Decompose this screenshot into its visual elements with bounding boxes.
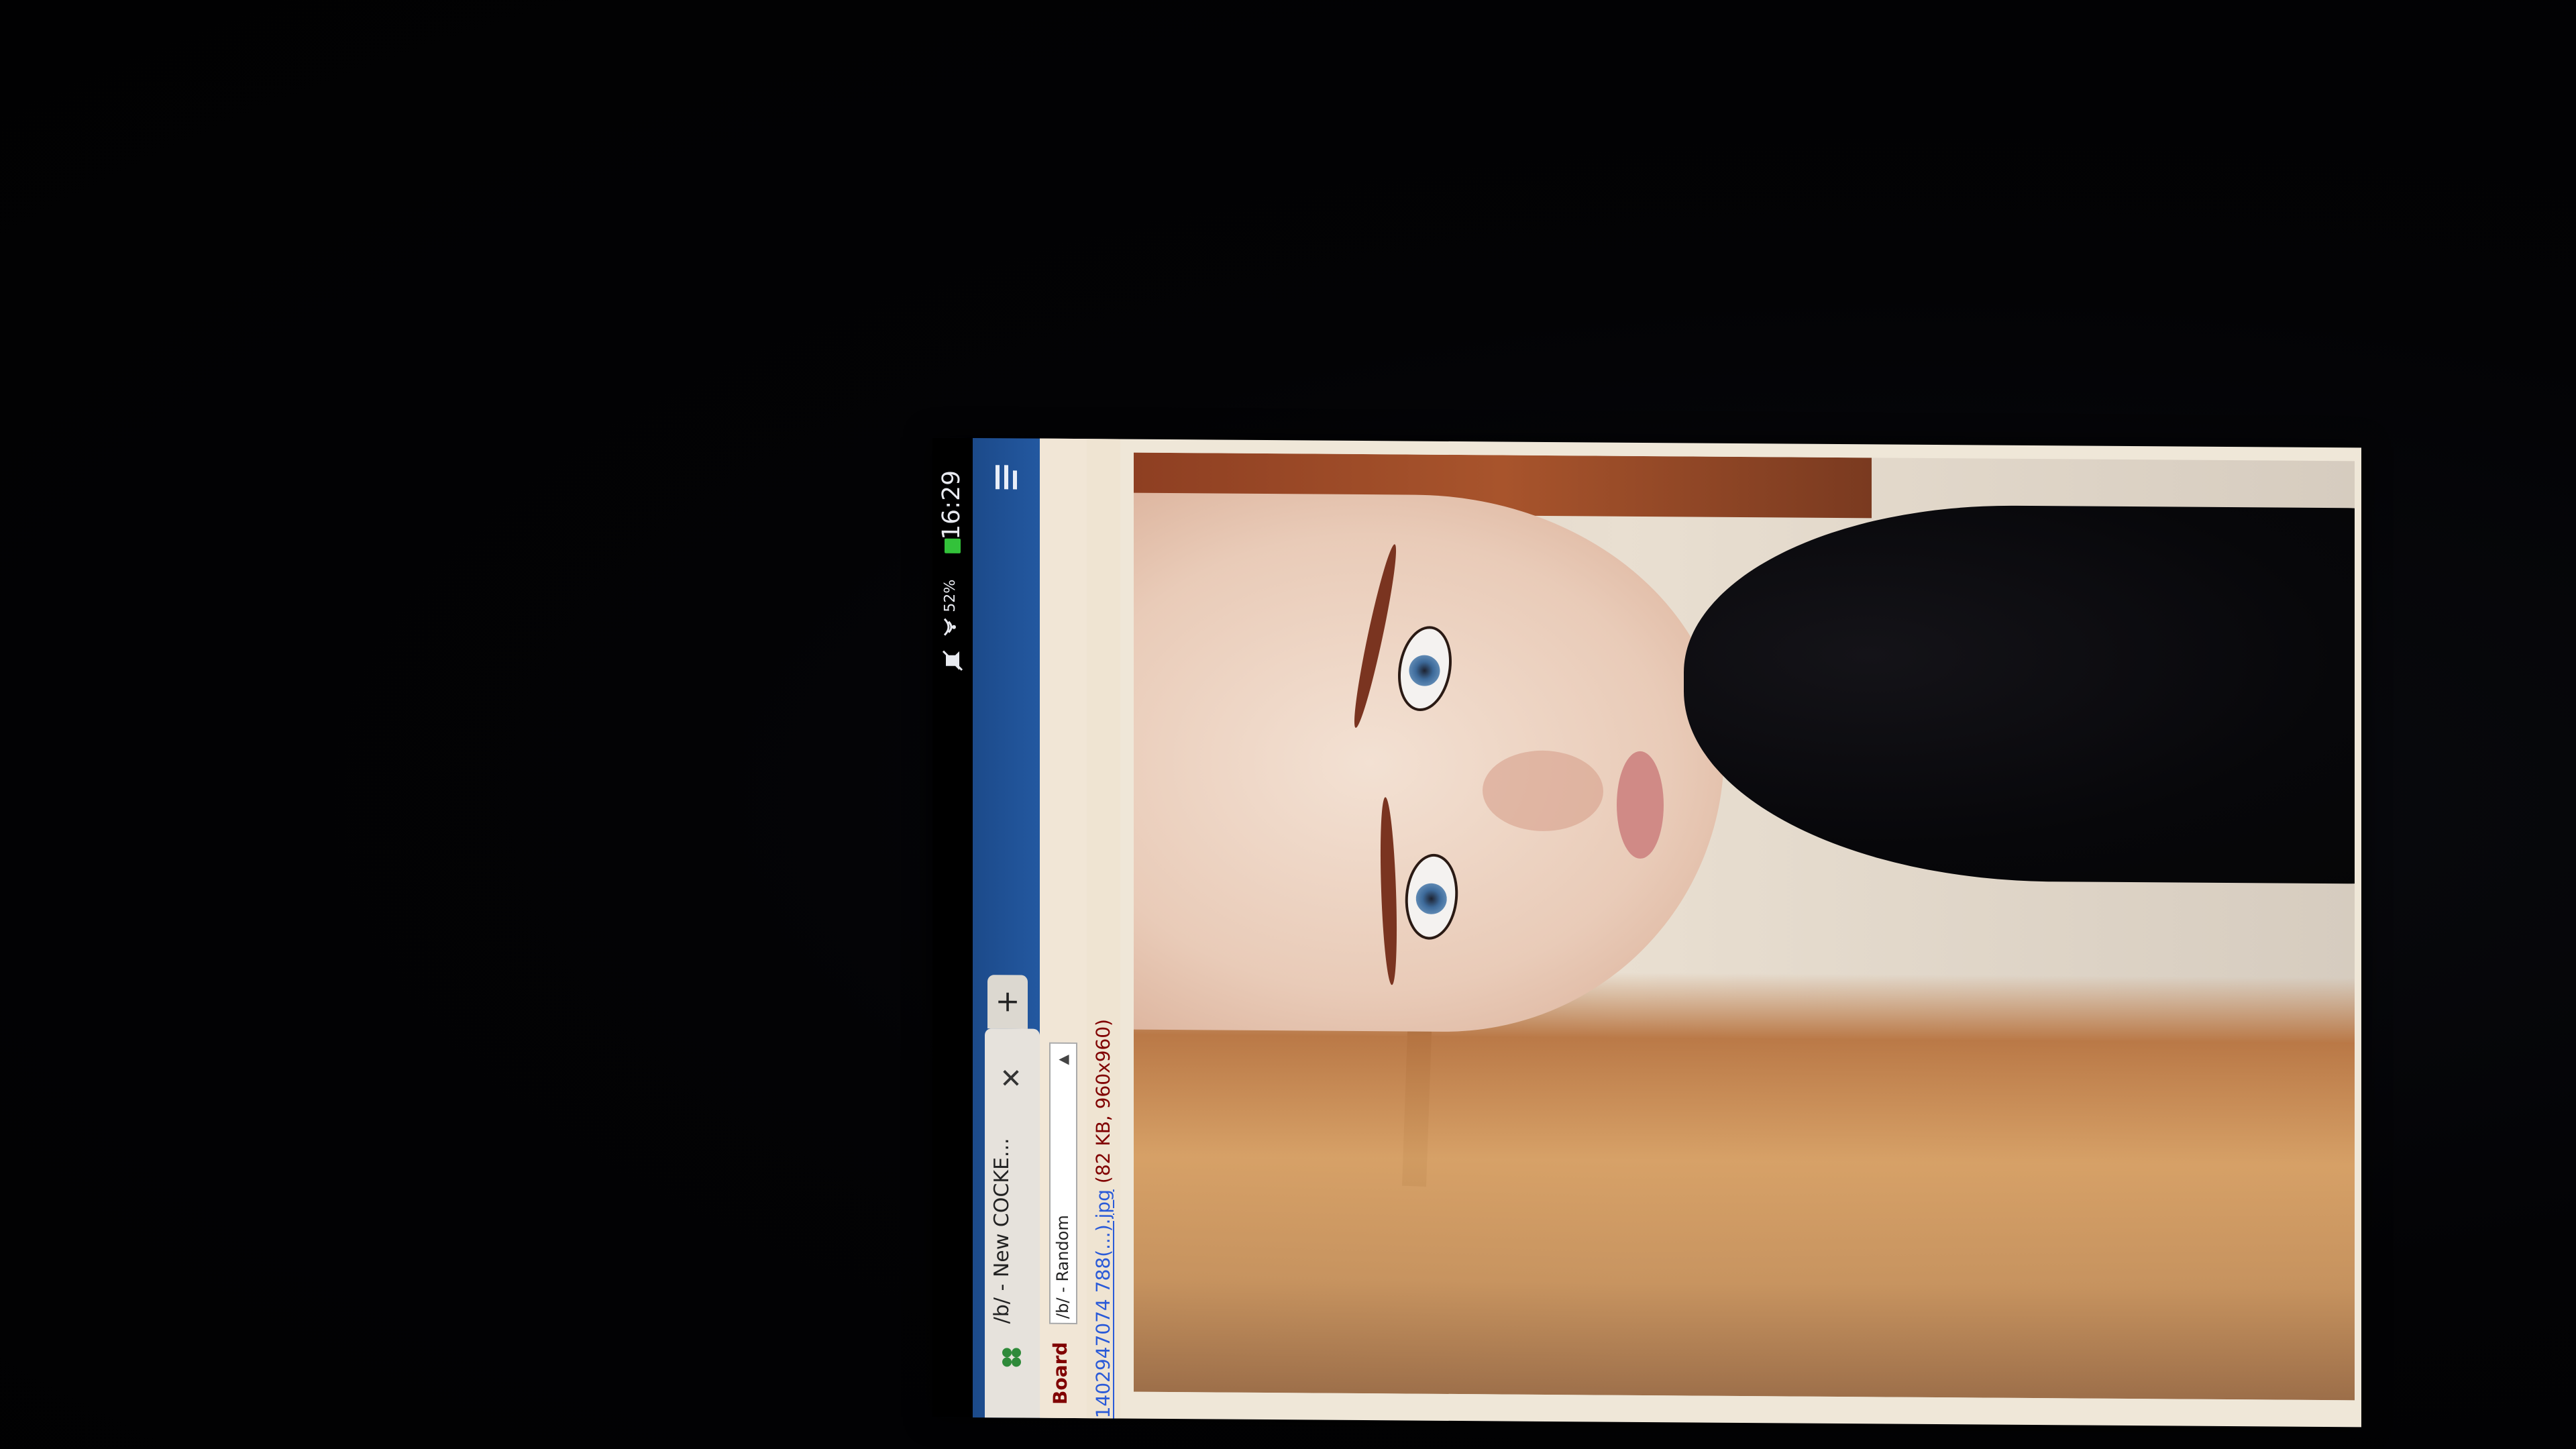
post-image[interactable] xyxy=(1134,452,2355,1401)
status-bar: 16:29 52% xyxy=(932,437,973,1417)
board-select[interactable]: /b/ - Random ◀ xyxy=(1049,1042,1077,1325)
board-navigation: Board /b/ - Random ◀ xyxy=(1040,438,1087,1419)
browser-tab[interactable]: ✕ /b/ - New COCKE... xyxy=(985,1028,1040,1418)
photo-scene: 16:29 52% + ✕ /b/ - New COCKE... Board /… xyxy=(0,0,2576,1449)
eye-left xyxy=(1391,621,1458,716)
eyebrow-right xyxy=(1378,797,1399,985)
iris xyxy=(1406,652,1443,689)
browser-tab-bar: + ✕ /b/ - New COCKE... xyxy=(973,437,1040,1418)
battery-icon xyxy=(945,538,961,553)
phone-screen: 16:29 52% + ✕ /b/ - New COCKE... Board /… xyxy=(932,437,2361,1428)
dropdown-arrow-icon: ◀ xyxy=(1059,1050,1069,1067)
clover-icon xyxy=(1002,1348,1021,1367)
tab-title: /b/ - New COCKE... xyxy=(990,1138,1014,1324)
nose-shape xyxy=(1483,750,1603,832)
face-shape xyxy=(1134,492,1724,1034)
menu-icon[interactable] xyxy=(987,458,1025,496)
close-tab-button[interactable]: ✕ xyxy=(994,1062,1028,1095)
file-info: 1402947074 788(...).jpg (82 KB, 960x960) xyxy=(1092,935,1116,1419)
eye-right xyxy=(1401,851,1462,943)
wifi-icon xyxy=(943,618,956,636)
new-tab-button[interactable]: + xyxy=(987,975,1028,1029)
eyebrow-left xyxy=(1348,543,1402,730)
mute-icon xyxy=(942,650,963,671)
battery-percent: 52% xyxy=(942,579,959,612)
file-info-bar: 1402947074 788(...).jpg (82 KB, 960x960) xyxy=(1087,439,1120,1419)
web-page: Board /b/ - Random ◀ 1402947074 788(...)… xyxy=(1040,438,2361,1428)
file-link[interactable]: 1402947074 788(...).jpg xyxy=(1092,1189,1114,1418)
iris xyxy=(1414,881,1448,916)
file-meta: (82 KB, 960x960) xyxy=(1092,1018,1114,1184)
board-select-value: /b/ - Random xyxy=(1053,1215,1072,1320)
lips-shape xyxy=(1617,751,1664,859)
board-label: Board xyxy=(1049,1342,1071,1405)
